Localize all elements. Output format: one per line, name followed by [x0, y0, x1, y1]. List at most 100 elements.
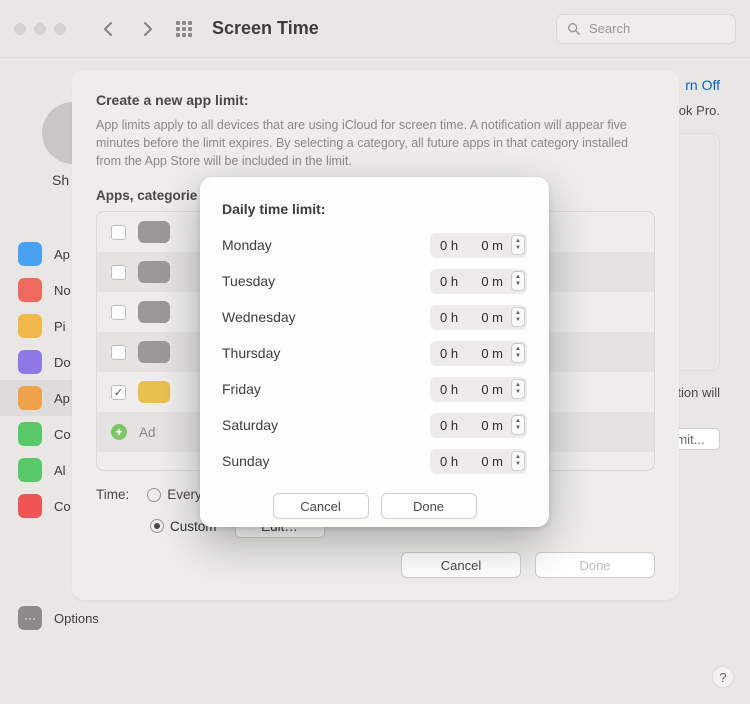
radio-icon	[147, 488, 161, 502]
time-field[interactable]: 0 h 0 m ▲▼	[430, 305, 527, 330]
hours-value: 0 h	[440, 418, 458, 433]
hours-value: 0 h	[440, 454, 458, 469]
day-rows: Monday 0 h 0 m ▲▼ Tuesday 0 h 0 m ▲▼ Wed…	[222, 227, 527, 479]
time-field[interactable]: 0 h 0 m ▲▼	[430, 269, 527, 294]
sidebar-item-label: Ap	[54, 247, 70, 262]
time-label: Time:	[96, 487, 129, 502]
sidebar-item-label: Ap	[54, 391, 70, 406]
nav-arrows	[94, 15, 162, 43]
sidebar-item-label: Pi	[54, 319, 66, 334]
plus-icon: +	[111, 424, 127, 440]
day-label: Monday	[222, 237, 272, 253]
search-icon	[567, 22, 581, 36]
every-day-radio[interactable]: Every	[147, 487, 202, 502]
daily-time-limit-dialog: Daily time limit: Monday 0 h 0 m ▲▼ Tues…	[200, 177, 549, 527]
sheet-footer: Cancel Done	[401, 552, 655, 578]
sidebar-item-label: Co	[54, 427, 71, 442]
stepper[interactable]: ▲▼	[511, 343, 525, 363]
day-row-saturday: Saturday 0 h 0 m ▲▼	[222, 407, 527, 443]
hours-value: 0 h	[440, 310, 458, 325]
day-label: Sunday	[222, 453, 269, 469]
time-field[interactable]: 0 h 0 m ▲▼	[430, 341, 527, 366]
checkbox[interactable]	[111, 305, 126, 320]
minutes-value: 0 m	[481, 346, 503, 361]
checkbox-checked[interactable]: ✓	[111, 385, 126, 400]
category-icon	[138, 341, 170, 363]
app-icon	[18, 278, 42, 302]
help-label: ?	[719, 670, 726, 685]
day-row-sunday: Sunday 0 h 0 m ▲▼	[222, 443, 527, 479]
hours-value: 0 h	[440, 382, 458, 397]
day-label: Tuesday	[222, 273, 275, 289]
options-button[interactable]: ··· Options	[18, 606, 192, 630]
time-field[interactable]: 0 h 0 m ▲▼	[430, 449, 527, 474]
category-icon	[138, 221, 170, 243]
add-label: Ad	[139, 425, 156, 440]
search-input[interactable]: Search	[556, 14, 736, 44]
minutes-value: 0 m	[481, 418, 503, 433]
dialog-title: Daily time limit:	[222, 201, 527, 217]
day-row-thursday: Thursday 0 h 0 m ▲▼	[222, 335, 527, 371]
checkbox[interactable]	[111, 225, 126, 240]
zoom-window-button[interactable]	[54, 23, 66, 35]
day-row-friday: Friday 0 h 0 m ▲▼	[222, 371, 527, 407]
ellipsis-icon: ···	[18, 606, 42, 630]
sidebar-item-label: No	[54, 283, 71, 298]
app-icon	[18, 422, 42, 446]
day-label: Friday	[222, 381, 261, 397]
time-field[interactable]: 0 h 0 m ▲▼	[430, 377, 527, 402]
sidebar-item-label: Al	[54, 463, 66, 478]
app-icon	[18, 350, 42, 374]
done-button[interactable]: Done	[535, 552, 655, 578]
time-field[interactable]: 0 h 0 m ▲▼	[430, 233, 527, 258]
close-window-button[interactable]	[14, 23, 26, 35]
stepper[interactable]: ▲▼	[511, 415, 525, 435]
minutes-value: 0 m	[481, 454, 503, 469]
stepper[interactable]: ▲▼	[511, 379, 525, 399]
stepper[interactable]: ▲▼	[511, 451, 525, 471]
day-label: Saturday	[222, 417, 278, 433]
day-label: Wednesday	[222, 309, 296, 325]
stepper[interactable]: ▲▼	[511, 235, 525, 255]
sheet-description: App limits apply to all devices that are…	[96, 116, 651, 170]
day-label: Thursday	[222, 345, 280, 361]
help-button[interactable]: ?	[712, 666, 734, 688]
app-icon	[18, 494, 42, 518]
minutes-value: 0 m	[481, 310, 503, 325]
time-field[interactable]: 0 h 0 m ▲▼	[430, 413, 527, 438]
checkbox[interactable]	[111, 345, 126, 360]
dialog-footer: Cancel Done	[222, 493, 527, 519]
back-button[interactable]	[94, 15, 122, 43]
minutes-value: 0 m	[481, 274, 503, 289]
sheet-title: Create a new app limit:	[96, 92, 655, 108]
minimize-window-button[interactable]	[34, 23, 46, 35]
toolbar: Screen Time Search	[0, 0, 750, 58]
category-icon	[138, 261, 170, 283]
cancel-button[interactable]: Cancel	[273, 493, 369, 519]
minutes-value: 0 m	[481, 238, 503, 253]
hours-value: 0 h	[440, 346, 458, 361]
forward-button[interactable]	[134, 15, 162, 43]
stepper[interactable]: ▲▼	[511, 271, 525, 291]
radio-selected-icon	[150, 519, 164, 533]
hours-value: 0 h	[440, 238, 458, 253]
day-row-tuesday: Tuesday 0 h 0 m ▲▼	[222, 263, 527, 299]
minutes-value: 0 m	[481, 382, 503, 397]
app-icon	[18, 386, 42, 410]
category-icon	[138, 301, 170, 323]
search-placeholder: Search	[589, 21, 630, 36]
options-label: Options	[54, 611, 99, 626]
apps-grid-icon[interactable]	[176, 21, 192, 37]
app-icon	[18, 458, 42, 482]
page-title: Screen Time	[212, 18, 319, 39]
cancel-button[interactable]: Cancel	[401, 552, 521, 578]
day-row-monday: Monday 0 h 0 m ▲▼	[222, 227, 527, 263]
sidebar-item-label: Do	[54, 355, 71, 370]
sidebar-item-label: Co	[54, 499, 71, 514]
category-icon	[138, 381, 170, 403]
done-button[interactable]: Done	[381, 493, 477, 519]
app-icon	[18, 314, 42, 338]
day-row-wednesday: Wednesday 0 h 0 m ▲▼	[222, 299, 527, 335]
checkbox[interactable]	[111, 265, 126, 280]
stepper[interactable]: ▲▼	[511, 307, 525, 327]
